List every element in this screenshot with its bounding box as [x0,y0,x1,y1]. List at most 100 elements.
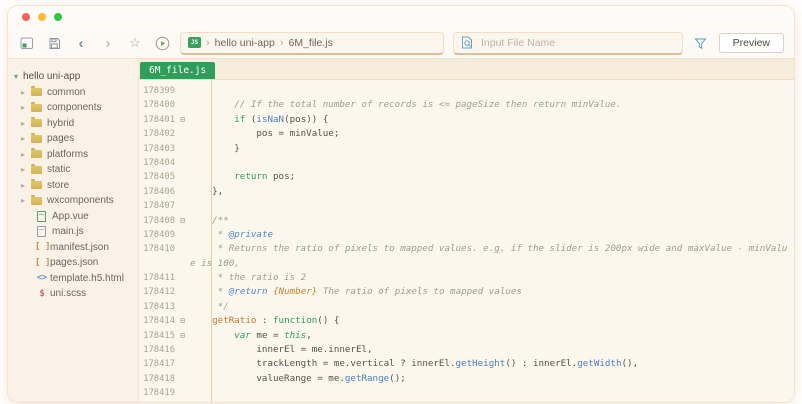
folder-icon [31,104,42,112]
code-row: 178404 [139,156,794,170]
preview-button[interactable]: Preview [719,33,784,53]
fold-spacer [175,372,190,386]
breadcrumb-item[interactable]: 6M_file.js [288,37,332,49]
code-line[interactable]: // If the total number of records is <= … [190,98,794,112]
code-line[interactable]: /** [190,214,794,228]
code-line[interactable]: * @return {Number} The ratio of pixels t… [190,285,794,299]
fold-marker-icon[interactable]: ⊟ [175,214,190,228]
code-area[interactable]: 178399178400 // If the total number of r… [139,80,794,402]
fold-spacer [175,185,190,199]
minimize-button[interactable] [38,13,46,21]
tree-item-folder[interactable]: ▸store [8,178,138,194]
code-line[interactable] [190,156,794,170]
code-line[interactable]: } [190,142,794,156]
code-line[interactable]: * @private [190,228,794,242]
file-icon: <> [35,273,49,283]
breadcrumb[interactable]: JS ›hello uni-app›6M_file.js [180,32,444,55]
folder-icon [31,150,42,158]
tree-item-folder[interactable]: ▸platforms [8,147,138,163]
code-line[interactable]: getRatio : function() { [190,314,794,328]
code-line[interactable]: pos = minValue; [190,127,794,141]
tree-item-folder[interactable]: ▸common [8,85,138,101]
code-row: 178409 * @private [139,228,794,242]
save-icon[interactable] [45,34,63,52]
fold-marker-icon[interactable]: ⊟ [175,329,190,343]
close-button[interactable] [22,13,30,21]
chevron-right-icon[interactable]: ▸ [21,181,30,190]
fold-spacer [175,156,190,170]
code-line[interactable] [190,199,794,213]
code-token: @return [229,286,268,297]
star-icon[interactable]: ☆ [126,34,144,52]
code-line[interactable] [190,84,794,98]
code-line[interactable]: * Returns the ratio of pixels to mapped … [190,242,794,256]
file-icon: $ [35,289,49,299]
tree-item-file[interactable]: main.js [8,224,138,240]
tree-item-file[interactable]: <>template.h5.html [8,271,138,287]
code-token: getWidth [577,358,621,369]
tree-item-folder[interactable]: ▸wxcomponents [8,193,138,209]
chevron-right-icon[interactable]: ▸ [21,103,30,112]
app-window: ‹ › ☆ JS ›hello uni-app›6M_file.js Previ… [0,0,802,404]
code-line[interactable]: if (isNaN(pos)) { [190,113,794,127]
tree-item-folder[interactable]: ▸pages [8,131,138,147]
js-file-icon: JS [188,37,201,48]
chevron-right-icon[interactable]: ▸ [21,165,30,174]
code-line[interactable]: e is 100, [190,257,794,271]
code-row: 178420 [139,401,794,402]
code-row: 178415⊟ var me = this, [139,329,794,343]
fold-spacer [175,170,190,184]
fold-marker-icon[interactable]: ⊟ [175,113,190,127]
code-token: () : innerEl. [505,358,577,369]
code-line[interactable]: */ [190,300,794,314]
code-line[interactable]: * the ratio is 2 [190,271,794,285]
tree-item-folder[interactable]: ▸components [8,100,138,116]
code-row: 178405 return pos; [139,170,794,184]
filter-icon[interactable] [692,34,710,52]
file-name-input[interactable] [479,36,675,50]
chevron-down-icon[interactable]: ▾ [14,72,23,81]
code-line[interactable]: innerEl = me.innerEl, [190,343,794,357]
back-icon[interactable]: ‹ [72,34,90,52]
tree-item-file[interactable]: $uni.scss [8,286,138,302]
tree-item-file[interactable]: App.vue [8,209,138,225]
code-line[interactable] [190,386,794,400]
fold-marker-icon[interactable]: ⊟ [175,314,190,328]
chevron-right-icon[interactable]: ▸ [21,150,30,159]
breadcrumb-item[interactable]: hello uni-app [215,37,275,49]
code-line[interactable]: }, [190,185,794,199]
code-row: e is 100, [139,257,794,271]
tree-item-root[interactable]: ▾ hello uni-app [8,69,138,85]
code-line[interactable]: valueRange = me.getRange(); [190,372,794,386]
tree-item-folder[interactable]: ▸static [8,162,138,178]
fold-spacer [175,300,190,314]
code-line[interactable]: return pos; [190,170,794,184]
code-token [190,243,218,254]
line-number: 178418 [139,372,175,386]
code-token: pos; [267,171,295,182]
breadcrumb-separator-icon: › [280,37,284,49]
project-panel-icon[interactable] [18,34,36,52]
forward-icon[interactable]: › [99,34,117,52]
line-number: 178412 [139,285,175,299]
chevron-right-icon[interactable]: ▸ [21,88,30,97]
tree-item-file[interactable]: [ ]manifest.json [8,240,138,256]
code-line[interactable] [190,401,794,402]
tree-item-file[interactable]: [ ]pages.json [8,255,138,271]
code-token: * Returns the ratio of pixels to mapped … [218,243,788,254]
zoom-button[interactable] [54,13,62,21]
code-line[interactable]: trackLength = me.vertical ? innerEl.getH… [190,357,794,371]
folder-icon [31,166,42,174]
code-token: e is 100, [190,258,240,269]
chevron-right-icon[interactable]: ▸ [21,119,30,128]
line-number: 178405 [139,170,175,184]
chevron-right-icon[interactable]: ▸ [21,134,30,143]
line-number: 178408 [139,214,175,228]
sidebar: ▾ hello uni-app ▸common▸components▸hybri… [8,59,139,402]
chevron-right-icon[interactable]: ▸ [21,196,30,205]
code-line[interactable]: var me = this, [190,329,794,343]
run-icon[interactable] [153,34,171,52]
tree-item-folder[interactable]: ▸hybrid [8,116,138,132]
tab-active[interactable]: 6M_file.js [140,62,215,79]
file-search-bar[interactable] [453,32,683,55]
